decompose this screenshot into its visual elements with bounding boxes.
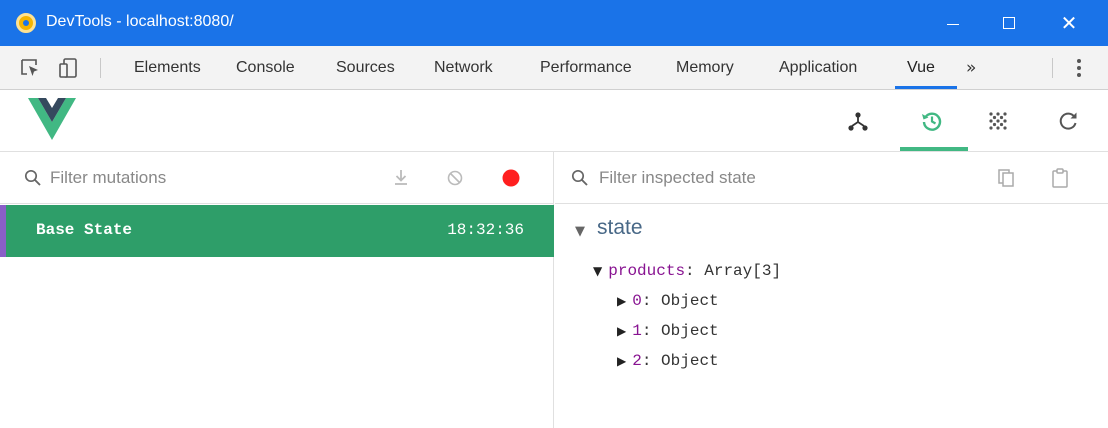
search-icon xyxy=(571,169,588,186)
close-icon: ✕ xyxy=(1060,11,1078,35)
events-tab-button[interactable] xyxy=(966,90,1030,152)
mutation-timestamp: 18:32:36 xyxy=(447,221,524,239)
collapsed-arrow-icon: ▶ xyxy=(617,354,627,368)
expanded-arrow-icon: ▼ xyxy=(593,264,603,278)
vuex-history-icon xyxy=(922,112,942,131)
components-tab-button[interactable] xyxy=(826,90,890,152)
tab-network[interactable]: Network xyxy=(434,46,493,90)
more-tabs-button[interactable]: » xyxy=(966,46,976,90)
tab-memory[interactable]: Memory xyxy=(676,46,734,90)
state-tree-node[interactable]: ▶ 2: Object xyxy=(617,352,719,370)
tab-sources[interactable]: Sources xyxy=(336,46,395,90)
filter-mutations-input[interactable] xyxy=(50,164,370,192)
revert-all-button[interactable] xyxy=(444,166,466,190)
devtools-tabbar: Elements Console Sources Network Perform… xyxy=(0,46,1108,90)
key-separator: : xyxy=(685,262,705,280)
copy-state-button[interactable] xyxy=(995,166,1017,190)
more-options-icon[interactable] xyxy=(1072,58,1086,78)
state-value: Array[3] xyxy=(704,262,782,280)
vuex-tab-button[interactable] xyxy=(900,90,964,152)
record-icon xyxy=(502,169,520,187)
state-filter-bar xyxy=(555,152,1108,204)
collapsed-arrow-icon: ▶ xyxy=(617,294,627,308)
device-toolbar-icon[interactable] xyxy=(58,57,80,79)
state-inspector-panel: ▼ state ▼ products: Array[3] ▶ 0: Object ▶… xyxy=(555,152,1108,428)
tab-elements[interactable]: Elements xyxy=(134,46,201,90)
tab-console[interactable]: Console xyxy=(236,46,295,90)
state-tree-node[interactable]: ▼ products: Array[3] xyxy=(593,262,781,280)
toolbar-divider xyxy=(1052,58,1053,78)
state-key: 2 xyxy=(632,352,642,370)
window-title: DevTools - localhost:8080/ xyxy=(46,13,234,30)
record-button[interactable] xyxy=(500,166,522,190)
filter-inspected-state-input[interactable] xyxy=(599,164,919,192)
copy-icon xyxy=(998,169,1014,187)
state-tree-node[interactable]: ▶ 1: Object xyxy=(617,322,719,340)
components-icon xyxy=(848,112,868,131)
events-icon xyxy=(989,112,1007,130)
minimize-button[interactable] xyxy=(924,0,982,46)
state-key: 0 xyxy=(632,292,642,310)
close-button[interactable]: ✕ xyxy=(1040,0,1098,46)
mutation-list-item[interactable]: Base State 18:32:36 xyxy=(0,205,554,257)
key-separator: : xyxy=(641,352,662,370)
state-key: 1 xyxy=(632,322,642,340)
commit-all-icon xyxy=(395,170,407,185)
toolbar-divider xyxy=(100,58,101,78)
maximize-button[interactable] xyxy=(980,0,1038,46)
search-icon xyxy=(24,169,41,186)
refresh-button[interactable] xyxy=(1036,90,1100,152)
key-separator: : xyxy=(641,322,662,340)
vue-devtools-toolbar xyxy=(0,90,1108,152)
revert-all-icon xyxy=(447,170,463,186)
mutation-label: Base State xyxy=(36,221,133,239)
state-section-title[interactable]: state xyxy=(597,216,643,240)
maximize-icon xyxy=(1003,17,1015,29)
active-tab-indicator xyxy=(895,86,957,89)
refresh-icon xyxy=(1059,112,1077,130)
state-value: Object xyxy=(661,322,719,340)
paste-state-button[interactable] xyxy=(1049,166,1071,190)
devtools-app-icon xyxy=(16,13,36,33)
tab-performance[interactable]: Performance xyxy=(540,46,632,90)
state-value: Object xyxy=(661,292,719,310)
mutations-panel: Base State 18:32:36 xyxy=(0,152,554,428)
commit-all-button[interactable] xyxy=(390,166,412,190)
window-titlebar: DevTools - localhost:8080/ ✕ xyxy=(0,0,1108,46)
state-key: products xyxy=(608,262,686,280)
collapsed-arrow-icon: ▶ xyxy=(617,324,627,338)
state-tree-node[interactable]: ▶ 0: Object xyxy=(617,292,719,310)
minimize-icon xyxy=(947,23,959,25)
paste-icon xyxy=(1052,168,1068,188)
active-vue-tab-indicator xyxy=(900,147,968,151)
key-separator: : xyxy=(641,292,662,310)
tab-vue[interactable]: Vue xyxy=(907,46,935,90)
collapse-state-icon[interactable]: ▼ xyxy=(575,224,585,239)
state-value: Object xyxy=(661,352,719,370)
tab-application[interactable]: Application xyxy=(779,46,857,90)
mutations-filter-bar xyxy=(0,152,553,204)
vue-logo-icon xyxy=(28,98,76,140)
inspect-element-icon[interactable] xyxy=(20,57,42,79)
